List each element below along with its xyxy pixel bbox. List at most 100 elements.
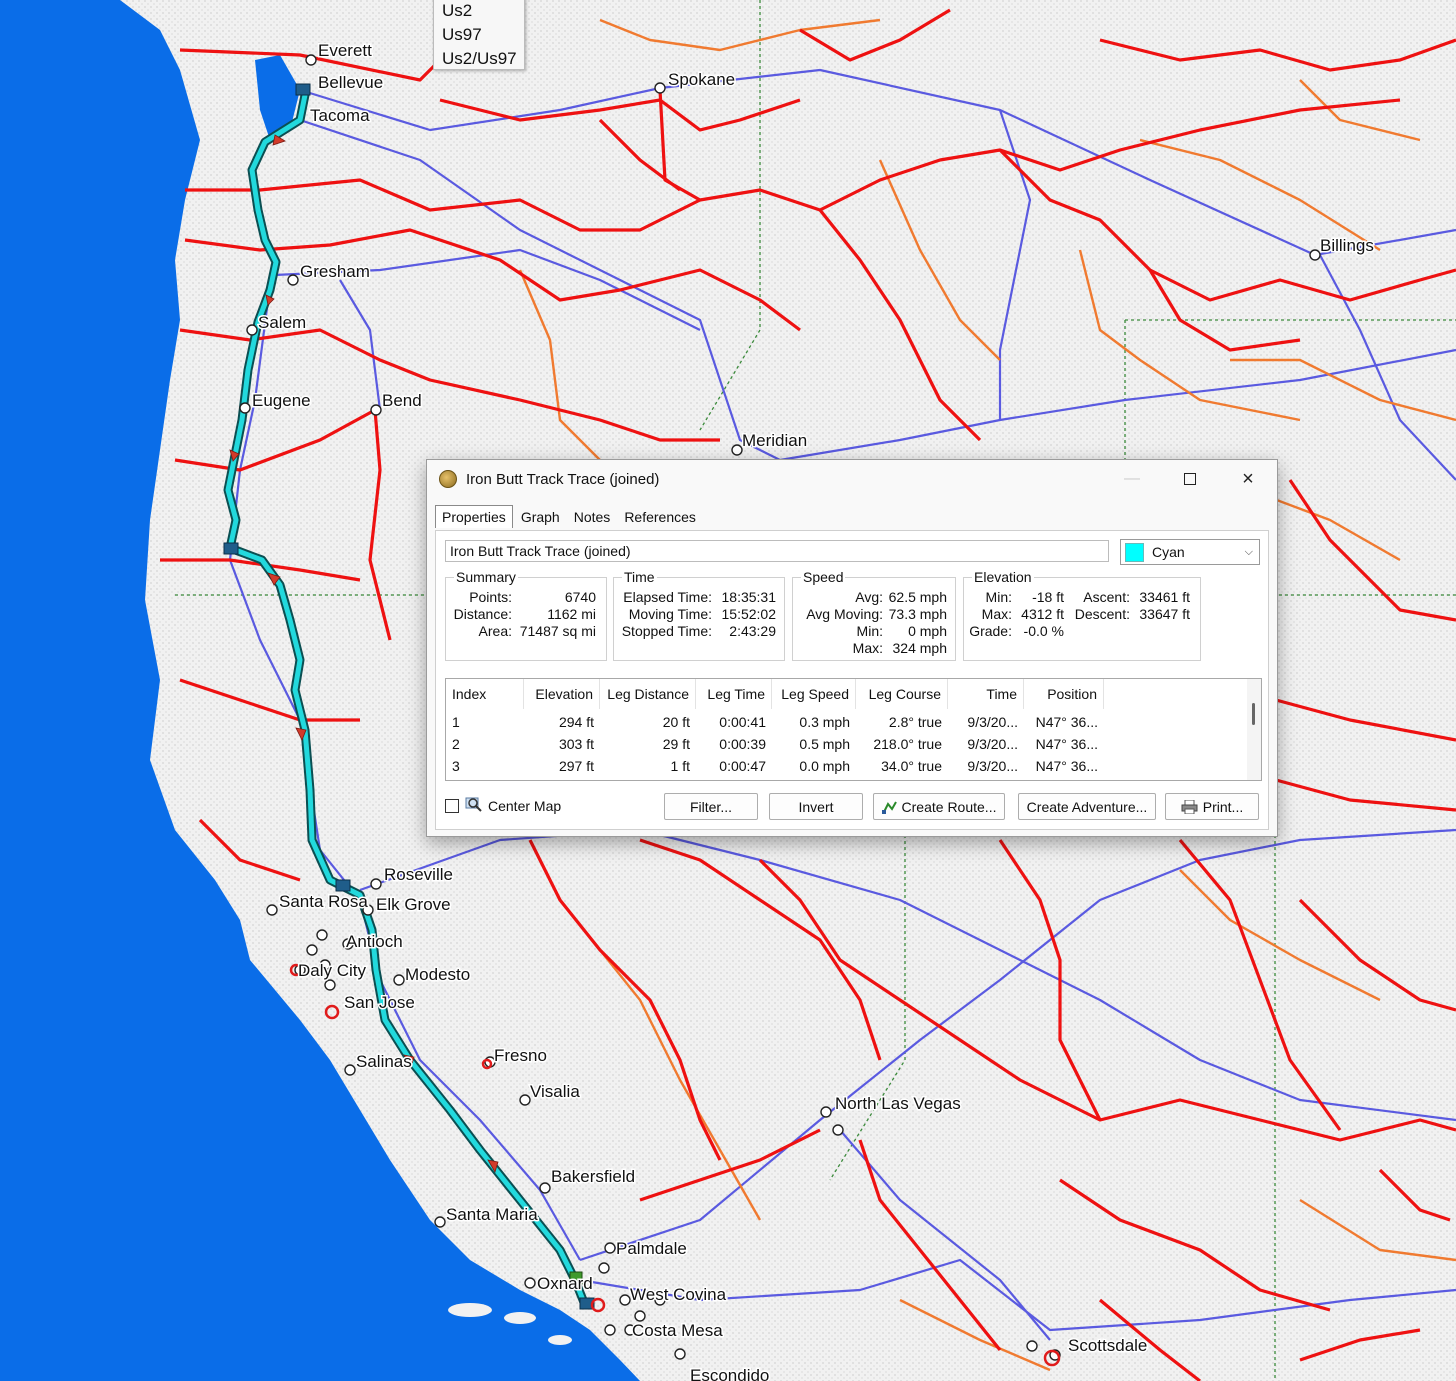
summary-value: 6740	[564, 589, 596, 605]
table-cell: N47° 36...	[1035, 714, 1098, 730]
dialog-actions: Center Map Filter... Invert Create Route…	[445, 793, 1260, 821]
city-label: Fresno	[494, 1046, 547, 1065]
city-label: Scottsdale	[1068, 1336, 1147, 1355]
app-icon	[439, 470, 457, 488]
speed-label: Min:	[856, 623, 883, 639]
column-header[interactable]: Elevation	[524, 679, 600, 709]
column-header[interactable]: Position	[1024, 679, 1104, 709]
table-header: Index Elevation Leg Distance Leg Time Le…	[446, 679, 1261, 709]
time-value: 2:43:29	[729, 623, 776, 639]
summary-value: 1162 mi	[547, 606, 596, 622]
maximize-button[interactable]	[1161, 460, 1219, 498]
table-cell: 1	[452, 714, 460, 730]
table-cell: 2	[452, 736, 460, 752]
city-label: Modesto	[405, 965, 470, 984]
elevation-label: Ascent:	[1083, 589, 1130, 605]
time-value: 18:35:31	[721, 589, 777, 605]
speed-label: Avg Moving:	[806, 606, 883, 622]
city-label: San Jose	[344, 993, 415, 1012]
time-group: Time Elapsed Time: 18:35:31 Moving Time:…	[613, 569, 785, 661]
track-points-table[interactable]: Index Elevation Leg Distance Leg Time Le…	[445, 678, 1262, 781]
elevation-label: Max:	[981, 606, 1012, 622]
city-label: Roseville	[384, 865, 453, 884]
channel-island	[548, 1335, 572, 1345]
table-scrollbar[interactable]	[1247, 679, 1261, 780]
table-row[interactable]: 3 297 ft 1 ft 0:00:47 0.0 mph 34.0° true…	[446, 755, 1261, 777]
dialog-titlebar[interactable]: Iron Butt Track Trace (joined) — ×	[427, 460, 1277, 498]
elevation-value: 33461 ft	[1139, 589, 1190, 605]
column-header[interactable]: Time	[948, 679, 1024, 709]
speed-label: Avg:	[855, 589, 883, 605]
center-map-checkbox[interactable]	[445, 799, 459, 813]
table-cell: 2.8° true	[888, 714, 942, 730]
city-label: Gresham	[300, 262, 370, 281]
track-name-input[interactable]: Iron Butt Track Trace (joined)	[445, 540, 1109, 562]
table-cell: 294 ft	[558, 714, 594, 730]
scrollbar-thumb[interactable]	[1252, 703, 1255, 725]
elevation-value: 4312 ft	[1021, 606, 1064, 622]
city-label: Oxnard	[537, 1274, 593, 1293]
summary-legend: Summary	[456, 569, 516, 585]
create-route-label: Create Route...	[901, 798, 997, 815]
city-label: Everett	[318, 41, 372, 60]
column-header[interactable]: Leg Distance	[600, 679, 696, 709]
invert-button[interactable]: Invert	[769, 793, 863, 820]
city-label: Meridian	[742, 431, 807, 450]
time-label: Stopped Time:	[621, 623, 712, 639]
city-label: Eugene	[252, 391, 311, 410]
flag-icon[interactable]	[295, 83, 311, 96]
flag-icon[interactable]	[335, 879, 351, 892]
time-value: 15:52:02	[721, 606, 777, 622]
minimize-button[interactable]: —	[1103, 460, 1161, 498]
column-header[interactable]: Index	[446, 679, 524, 709]
elevation-value: -18 ft	[1032, 589, 1064, 605]
tab-references[interactable]: References	[618, 506, 702, 529]
printer-icon	[1181, 799, 1198, 814]
column-header[interactable]: Leg Course	[856, 679, 948, 709]
table-cell: 9/3/20...	[967, 714, 1018, 730]
city-label: Salem	[258, 313, 306, 332]
table-cell: N47° 36...	[1035, 758, 1098, 774]
dialog-title: Iron Butt Track Trace (joined)	[466, 470, 660, 488]
center-map-label[interactable]: Center Map	[488, 798, 561, 814]
table-row[interactable]: 2 303 ft 29 ft 0:00:39 0.5 mph 218.0° tr…	[446, 733, 1261, 755]
speed-legend: Speed	[803, 569, 844, 585]
tooltip-line: Us2	[442, 1, 473, 20]
city-label: Billings	[1320, 236, 1374, 255]
channel-island	[448, 1303, 492, 1317]
speed-label: Max:	[852, 640, 883, 656]
city-label: Antioch	[346, 932, 403, 951]
summary-label: Area:	[478, 623, 512, 639]
table-cell: 0.5 mph	[799, 736, 850, 752]
tab-properties[interactable]: Properties	[435, 505, 513, 528]
elevation-label: Descent:	[1074, 606, 1130, 622]
speed-value: 73.3 mph	[888, 606, 947, 622]
flag-icon[interactable]	[223, 542, 239, 555]
tab-graph[interactable]: Graph	[515, 506, 566, 529]
filter-button[interactable]: Filter...	[664, 793, 758, 820]
city-label: Santa Rosa	[279, 892, 368, 911]
table-cell: 297 ft	[558, 758, 594, 774]
properties-panel: Iron Butt Track Trace (joined) Cyan ⌵ Su…	[435, 530, 1269, 830]
speed-value: 0 mph	[908, 623, 947, 639]
table-row[interactable]: 1 294 ft 20 ft 0:00:41 0.3 mph 2.8° true…	[446, 711, 1261, 733]
tab-notes[interactable]: Notes	[568, 506, 617, 529]
city-label: Santa Maria	[446, 1205, 538, 1224]
city-label: Daly City	[298, 961, 367, 980]
city-label: Bellevue	[318, 73, 383, 92]
speed-value: 62.5 mph	[888, 589, 947, 605]
summary-label: Distance:	[453, 606, 512, 622]
create-adventure-button[interactable]: Create Adventure...	[1018, 793, 1156, 820]
table-cell: 218.0° true	[873, 736, 942, 752]
elevation-legend: Elevation	[974, 569, 1032, 585]
time-legend: Time	[624, 569, 655, 585]
print-button[interactable]: Print...	[1165, 793, 1259, 820]
column-header[interactable]: Leg Time	[696, 679, 772, 709]
minimize-icon: —	[1124, 470, 1140, 487]
close-button[interactable]: ×	[1219, 460, 1277, 498]
track-color-select[interactable]: Cyan ⌵	[1120, 539, 1260, 565]
column-header[interactable]: Leg Speed	[772, 679, 856, 709]
summary-value: 71487 sq mi	[519, 623, 596, 639]
create-route-button[interactable]: Create Route...	[873, 793, 1005, 820]
summary-group: Summary Points: 6740 Distance: 1162 mi A…	[445, 569, 607, 661]
